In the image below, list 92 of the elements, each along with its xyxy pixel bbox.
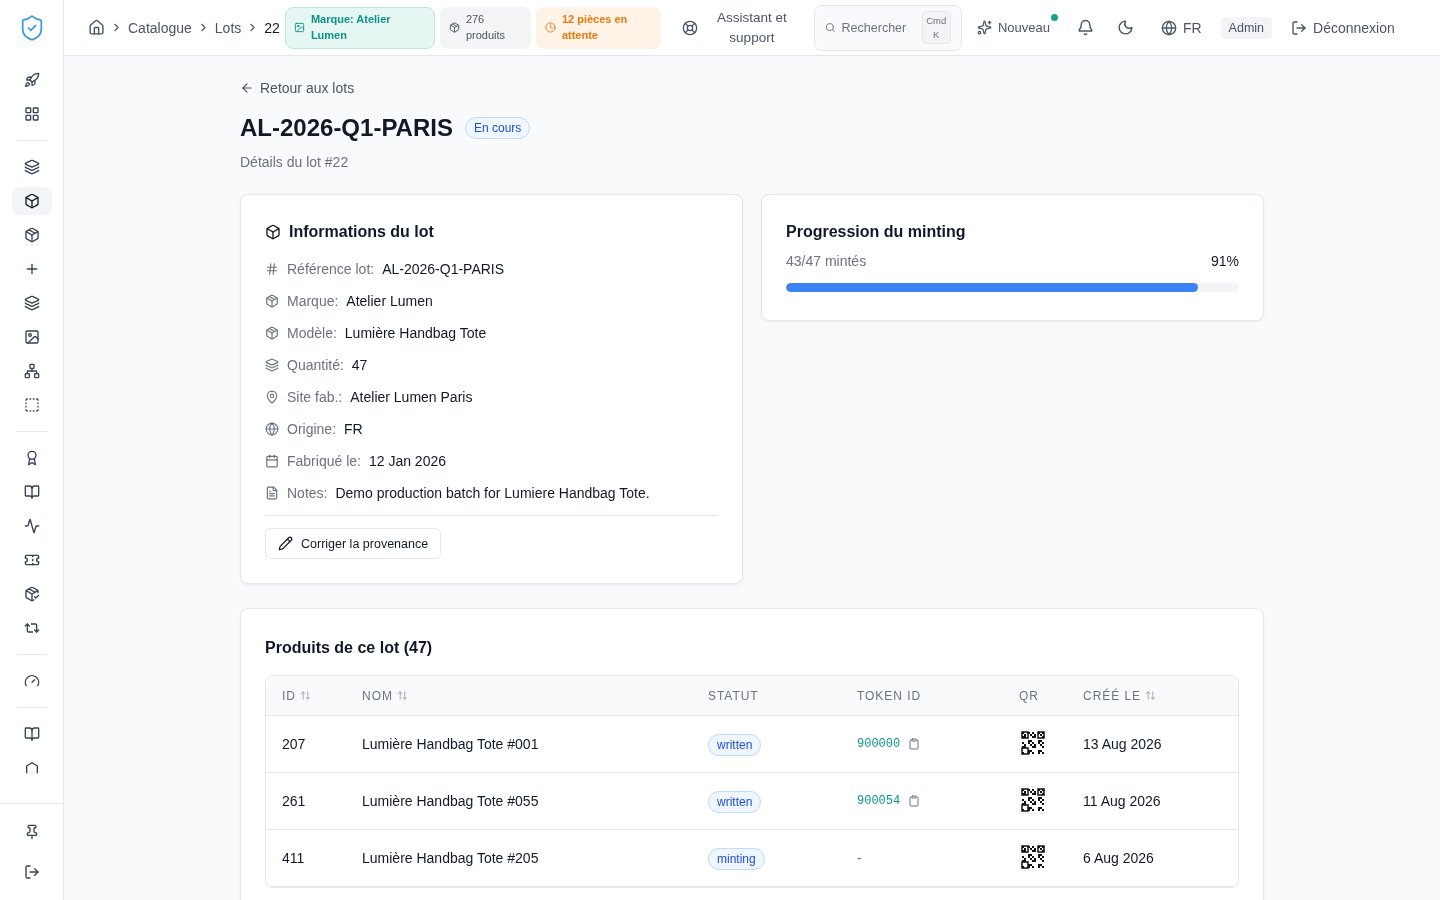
- breadcrumb-link[interactable]: Catalogue: [128, 19, 192, 36]
- card-title: Produits de ce lot (47): [265, 639, 433, 657]
- table-cell: 6 Aug 2026: [1067, 830, 1238, 887]
- qr-code-icon: [1019, 728, 1047, 757]
- status-badge: written: [708, 791, 762, 813]
- search-field[interactable]: Rechercher: [841, 20, 916, 35]
- field-label: Site fab.:: [287, 389, 343, 405]
- box-icon: [265, 294, 279, 308]
- page-title: AL-2026-Q1-PARIS: [240, 114, 453, 142]
- table-cell: Lumière Handbag Tote #205: [346, 830, 692, 887]
- column-header: STATUT: [692, 676, 841, 716]
- chip-label: Marque: Atelier Lumen: [310, 11, 392, 43]
- field-label: Origine:: [287, 421, 337, 437]
- field-label: Quantité:: [287, 357, 344, 373]
- sort-icon: [299, 690, 311, 701]
- qr-code-icon: [1019, 842, 1047, 871]
- field-label: Notes:: [287, 485, 328, 501]
- progress-percent: 91%: [1210, 253, 1239, 269]
- home-icon[interactable]: [88, 19, 105, 36]
- clock-icon: [544, 22, 556, 33]
- status-badge: written: [708, 734, 762, 756]
- field-value: AL-2026-Q1-PARIS: [382, 261, 505, 277]
- status-badge: minting: [708, 848, 765, 870]
- table-cell: 13 Aug 2026: [1067, 716, 1238, 773]
- token-id: 900054: [857, 794, 901, 808]
- cube-icon: [265, 224, 281, 240]
- sort-icon: [396, 690, 408, 701]
- edit-provenance-button[interactable]: Corriger la provenance: [265, 528, 442, 559]
- search-icon: [824, 22, 836, 33]
- sparkles-icon: [976, 20, 992, 35]
- lifebuoy-icon[interactable]: [681, 19, 698, 36]
- table-cell: -: [857, 850, 862, 866]
- field-value: Atelier Lumen: [346, 293, 433, 309]
- chip-label: 276 produits: [465, 11, 506, 43]
- bell-icon: [1076, 19, 1094, 36]
- column-header: QR: [1003, 676, 1067, 716]
- chip-label: 12 pièces en attente: [561, 11, 629, 43]
- table-cell: 261: [266, 773, 346, 830]
- field-label: Modèle:: [287, 325, 337, 341]
- map-pin-icon: [265, 390, 279, 404]
- box-icon: [448, 22, 460, 33]
- sort-icon: [1145, 690, 1157, 701]
- field-value: Atelier Lumen Paris: [350, 389, 473, 405]
- shortcut-key: Cmd K: [921, 11, 951, 44]
- box-icon: [265, 326, 279, 340]
- clipboard-icon[interactable]: [908, 738, 921, 750]
- role-badge: Admin: [1220, 16, 1273, 39]
- support-link[interactable]: Assistant et support: [708, 7, 795, 48]
- field-value: FR: [344, 421, 363, 437]
- info-chip[interactable]: 276 produits: [439, 6, 531, 49]
- minted-count: 43/47 mintés: [786, 253, 867, 269]
- field-value: Demo production batch for Lumiere Handbag Tote.: [335, 485, 650, 501]
- card-title: Informations du lot: [289, 223, 434, 241]
- table-cell: 411: [266, 830, 346, 887]
- table-cell: Lumière Handbag Tote #055: [346, 773, 692, 830]
- arrow-left-icon: [240, 81, 254, 95]
- field-value: Lumière Handbag Tote: [344, 325, 487, 341]
- field-label: Référence lot:: [287, 261, 375, 277]
- clipboard-icon[interactable]: [908, 795, 921, 807]
- table-cell: 11 Aug 2026: [1067, 773, 1238, 830]
- table-cell: Lumière Handbag Tote #001: [346, 716, 692, 773]
- breadcrumb-link[interactable]: 22: [264, 19, 280, 36]
- column-header[interactable]: NOM: [346, 676, 692, 716]
- pencil-icon: [278, 536, 293, 551]
- column-header[interactable]: ID: [266, 676, 346, 716]
- new-button[interactable]: Nouveau: [972, 16, 1054, 39]
- globe-icon: [1160, 19, 1177, 36]
- column-header[interactable]: CRÉÉ LE: [1067, 676, 1238, 716]
- search-bar[interactable]: Rechercher Cmd K: [813, 4, 962, 51]
- token-id: 900000: [857, 737, 901, 751]
- qr-code-icon: [1019, 785, 1047, 814]
- globe-icon: [265, 422, 279, 436]
- moon-icon: [1116, 19, 1134, 36]
- breadcrumb-link[interactable]: Lots: [214, 19, 242, 36]
- field-label: Fabriqué le:: [287, 453, 361, 469]
- logout-icon: [1291, 19, 1308, 36]
- logout-button[interactable]: Déconnexion: [1287, 15, 1399, 40]
- hash-icon: [265, 262, 279, 276]
- field-value: 47: [351, 357, 368, 373]
- cube-icon[interactable]: [11, 187, 52, 215]
- layers-icon: [265, 358, 279, 372]
- language-button[interactable]: FR: [1156, 15, 1206, 40]
- table-cell: 207: [266, 716, 346, 773]
- document-icon: [265, 486, 279, 500]
- calendar-icon: [265, 454, 279, 468]
- field-value: 12 Jan 2026: [368, 453, 446, 469]
- column-header: TOKEN ID: [841, 676, 1003, 716]
- status-badge: En cours: [464, 117, 531, 139]
- back-link[interactable]: Retour aux lots: [240, 80, 1264, 96]
- card-title: Progression du minting: [786, 223, 966, 241]
- page-subtitle: Détails du lot #22: [240, 154, 350, 170]
- field-label: Marque:: [287, 293, 339, 309]
